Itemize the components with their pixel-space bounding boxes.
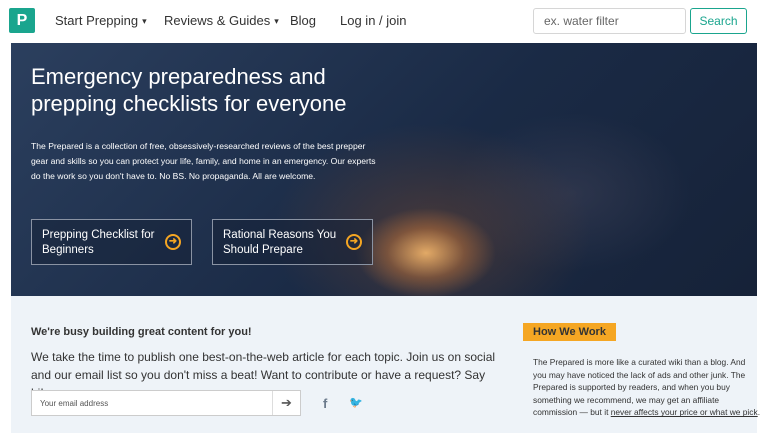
nav-blog[interactable]: Blog xyxy=(290,13,316,28)
nav-start-prepping[interactable]: Start Prepping ▾ xyxy=(55,13,147,28)
nav-login[interactable]: Log in / join xyxy=(340,13,407,28)
chevron-down-icon: ▾ xyxy=(142,16,147,26)
how-we-work-tail: . xyxy=(757,407,761,418)
email-signup: ➔ xyxy=(31,390,301,416)
arrow-right-icon[interactable]: ➔ xyxy=(272,391,300,415)
cta-rational-reasons-label: Rational Reasons You Should Prepare xyxy=(223,229,337,256)
content-section: We're busy building great content for yo… xyxy=(11,296,760,433)
hero-title: Emergency preparedness and prepping chec… xyxy=(31,64,347,116)
top-nav: P Start Prepping ▾ Reviews & Guides ▾ Blog… xyxy=(0,0,768,43)
how-we-work-text: The Prepared is more like a curated wiki… xyxy=(533,356,761,419)
busy-heading: We're busy building great content for yo… xyxy=(31,326,252,338)
nav-reviews-guides[interactable]: Reviews & Guides ▾ xyxy=(164,13,279,28)
cta-prepping-checklist-label: Prepping Checklist for Beginners xyxy=(42,229,155,256)
search-button[interactable]: Search xyxy=(690,8,747,34)
logo-icon[interactable]: P xyxy=(9,8,35,33)
never-affects-link[interactable]: never affects your price or what we pick xyxy=(611,407,758,417)
nav-reviews-guides-label: Reviews & Guides xyxy=(164,13,271,28)
nav-start-prepping-label: Start Prepping xyxy=(55,13,139,28)
arrow-right-circle-icon: ➜ xyxy=(165,234,181,250)
chevron-down-icon: ▾ xyxy=(274,16,279,26)
search-input[interactable] xyxy=(533,8,686,34)
cta-prepping-checklist[interactable]: Prepping Checklist for Beginners ➜ xyxy=(31,219,192,265)
hero-banner: Emergency preparedness and prepping chec… xyxy=(11,43,757,296)
cta-rational-reasons[interactable]: Rational Reasons You Should Prepare ➜ xyxy=(212,219,373,265)
email-field[interactable] xyxy=(32,391,272,415)
twitter-icon[interactable]: 🐦 xyxy=(349,397,363,410)
how-we-work-badge: How We Work xyxy=(523,323,616,341)
facebook-icon[interactable]: f xyxy=(323,397,327,410)
arrow-right-circle-icon: ➜ xyxy=(346,234,362,250)
hero-description: The Prepared is a collection of free, ob… xyxy=(31,141,376,181)
